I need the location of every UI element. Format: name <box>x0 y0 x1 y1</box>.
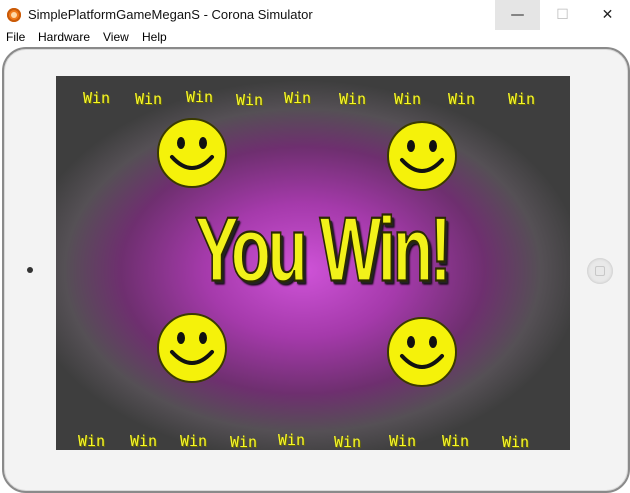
win-text: Win <box>236 91 264 109</box>
win-text: Win <box>442 432 470 450</box>
win-text: Win <box>278 431 306 449</box>
win-text: Win <box>448 90 476 108</box>
win-text: Win <box>180 432 208 450</box>
camera-icon <box>27 267 33 273</box>
close-button[interactable]: ✕ <box>585 0 630 30</box>
win-text: Win <box>135 90 163 108</box>
menu-help[interactable]: Help <box>142 30 167 44</box>
win-text: Win <box>230 433 258 450</box>
win-text: Win <box>502 433 530 450</box>
win-text: Win <box>284 89 312 107</box>
you-win-headline: You Win! <box>194 197 452 301</box>
maximize-button[interactable]: ☐ <box>540 0 585 30</box>
menu-bar: File Hardware View Help <box>0 30 630 46</box>
win-text: Win <box>389 432 417 450</box>
win-text: Win <box>339 90 367 108</box>
menu-view[interactable]: View <box>103 30 129 44</box>
smiley-face-icon <box>387 121 457 191</box>
smiley-face-icon <box>387 317 457 387</box>
win-text: Win <box>186 88 214 106</box>
window-title: SimplePlatformGameMeganS - Corona Simula… <box>28 7 313 22</box>
win-text: Win <box>78 432 106 450</box>
win-text: Win <box>83 89 111 107</box>
menu-hardware[interactable]: Hardware <box>38 30 90 44</box>
minimize-button[interactable]: — <box>495 0 540 30</box>
win-text: Win <box>334 433 362 450</box>
title-bar: SimplePlatformGameMeganS - Corona Simula… <box>0 0 630 30</box>
home-button[interactable] <box>587 258 613 284</box>
game-screen[interactable]: Win Win Win Win Win Win Win Win Win Win … <box>56 76 570 450</box>
smiley-face-icon <box>157 118 227 188</box>
corona-app-icon <box>7 8 21 22</box>
menu-file[interactable]: File <box>6 30 25 44</box>
win-text: Win <box>508 90 536 108</box>
win-text: Win <box>394 90 422 108</box>
win-text: Win <box>130 432 158 450</box>
smiley-face-icon <box>157 313 227 383</box>
